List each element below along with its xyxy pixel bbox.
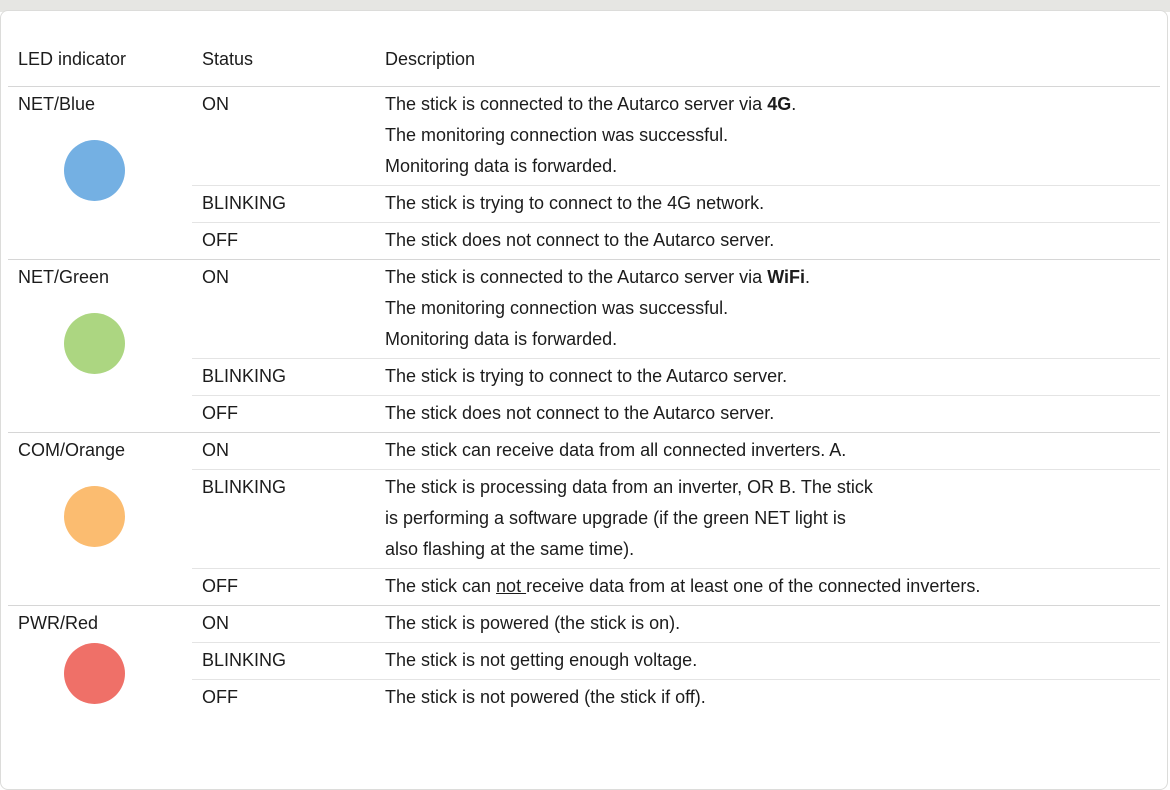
status-cell: ON	[202, 94, 229, 114]
table-row: NET/Green ON The stick is connected to t…	[8, 260, 1160, 374]
description-line: The stick is connected to the Autarco se…	[385, 94, 797, 114]
description-line: The stick is connected to the Autarco se…	[385, 267, 811, 287]
status-cell: OFF	[202, 687, 238, 707]
table-row: PWR/Red ON The stick is powered (the sti…	[8, 606, 1160, 704]
led-label: NET/Green	[18, 267, 110, 287]
description-cell: The stick is processing data from an inv…	[375, 470, 1160, 569]
table-row: NET/Blue ON The stick is connected to th…	[8, 87, 1160, 201]
status-cell: BLINKING	[202, 477, 287, 497]
connection-type: 4G	[767, 94, 792, 114]
description-line: The monitoring connection was successful…	[385, 298, 729, 318]
led-cell-pwr-red: PWR/Red	[8, 606, 192, 717]
red-led-dot-icon	[64, 643, 125, 704]
description-cell: The stick is not getting enough voltage.	[385, 650, 698, 670]
description-cell: The stick is not powered (the stick if o…	[385, 687, 706, 707]
status-cell: OFF	[202, 403, 238, 423]
description-cell: The stick can receive data from all conn…	[385, 440, 847, 460]
status-cell: ON	[202, 440, 229, 460]
table-header-row: LED indicator Status Description	[8, 33, 1160, 87]
status-cell: BLINKING	[202, 193, 287, 213]
led-cell-net-blue: NET/Blue	[8, 87, 192, 260]
led-label: PWR/Red	[18, 613, 99, 633]
description-cell: The stick does not connect to the Autarc…	[385, 230, 775, 250]
status-cell: OFF	[202, 230, 238, 250]
description-line: Monitoring data is forwarded.	[385, 156, 618, 176]
status-cell: OFF	[202, 576, 238, 596]
description-cell: The stick is connected to the Autarco se…	[375, 87, 1160, 186]
description-line: The stick is processing data from an inv…	[385, 477, 873, 497]
header-status: Status	[202, 49, 254, 69]
blue-led-dot-icon	[64, 140, 125, 201]
description-cell: The stick is trying to connect to the 4G…	[385, 193, 765, 213]
connection-type: WiFi	[767, 267, 806, 287]
status-cell: ON	[202, 613, 229, 633]
status-cell: ON	[202, 267, 229, 287]
table-row: COM/Orange ON The stick can receive data…	[8, 433, 1160, 547]
led-cell-net-green: NET/Green	[8, 260, 192, 433]
led-label: NET/Blue	[18, 94, 96, 114]
led-cell-com-orange: COM/Orange	[8, 433, 192, 606]
led-indicator-table: LED indicator Status Description NET/Blu…	[8, 33, 1160, 716]
underlined-not: not	[496, 576, 527, 596]
description-line: also flashing at the same time).	[385, 539, 635, 559]
led-label: COM/Orange	[18, 440, 126, 460]
orange-led-dot-icon	[64, 486, 125, 547]
description-line: The monitoring connection was successful…	[385, 125, 729, 145]
description-cell: The stick is powered (the stick is on).	[385, 613, 681, 633]
description-cell: The stick does not connect to the Autarc…	[385, 403, 775, 423]
status-cell: BLINKING	[202, 366, 287, 386]
description-line: Monitoring data is forwarded.	[385, 329, 618, 349]
description-cell: The stick is connected to the Autarco se…	[375, 260, 1160, 359]
description-cell: The stick can not receive data from at l…	[385, 576, 981, 596]
header-description: Description	[385, 49, 476, 69]
description-cell: The stick is trying to connect to the Au…	[385, 366, 788, 386]
green-led-dot-icon	[64, 313, 125, 374]
status-cell: BLINKING	[202, 650, 287, 670]
description-line: is performing a software upgrade (if the…	[385, 508, 846, 528]
header-led-indicator: LED indicator	[18, 49, 127, 69]
